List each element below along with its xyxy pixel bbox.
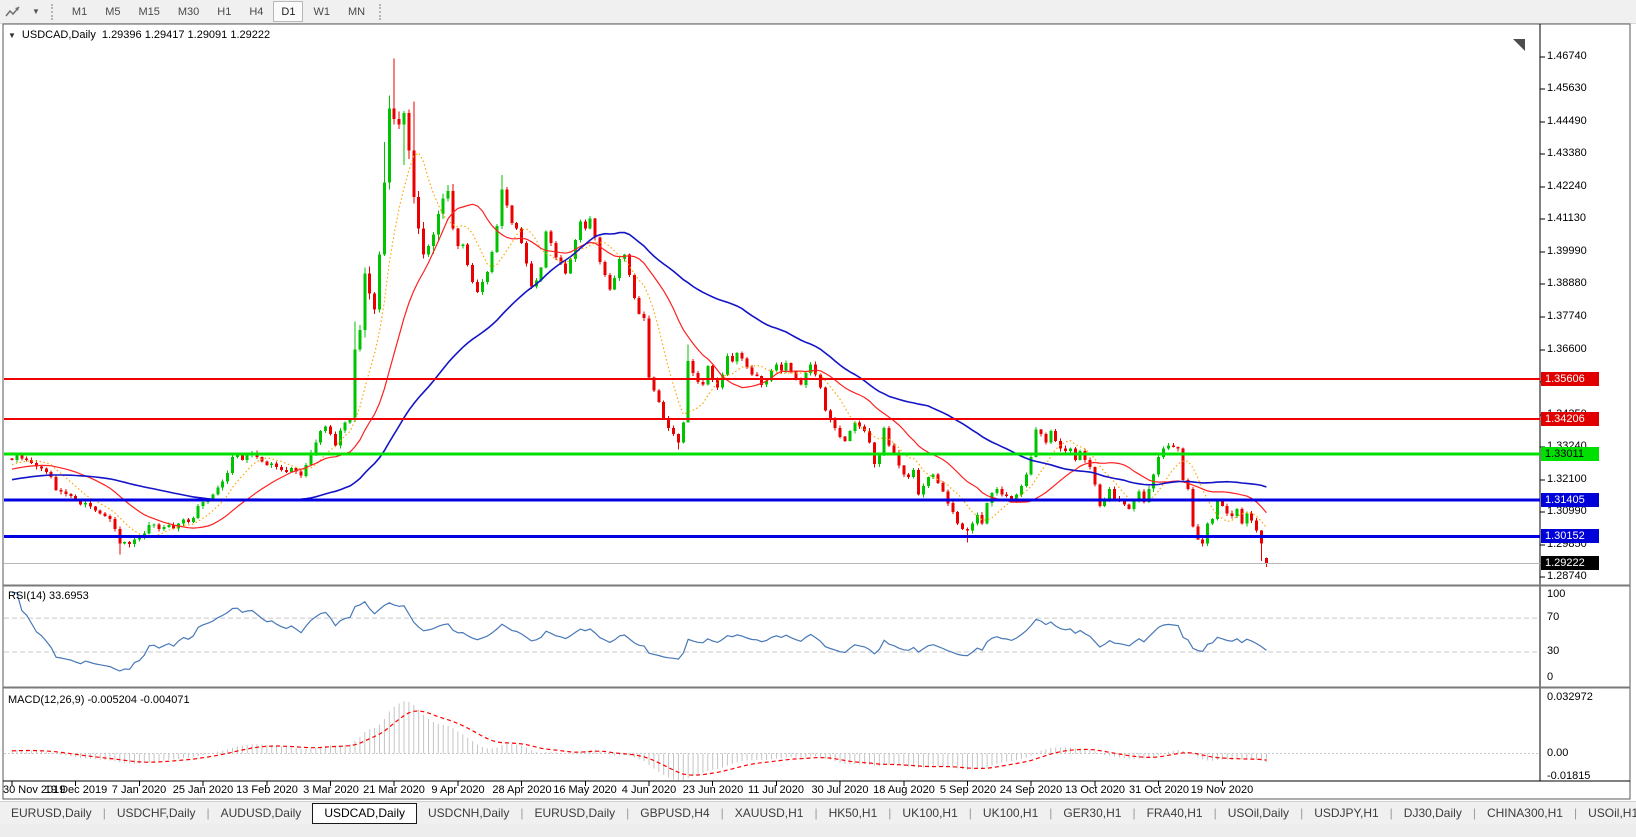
- current-price-badge: 1.29222: [1541, 556, 1599, 570]
- chart-tab-dj30-daily[interactable]: DJ30,Daily: [1393, 802, 1473, 824]
- rsi-label: RSI(14) 33.6953: [8, 590, 89, 602]
- chart-tab-eurusd-daily[interactable]: EURUSD,Daily: [523, 802, 626, 824]
- price-chart-canvas[interactable]: [0, 0, 1636, 837]
- chart-tab-usdchf-daily[interactable]: USDCHF,Daily: [106, 802, 207, 824]
- chart-tab-uk100-h1[interactable]: UK100,H1: [972, 802, 1049, 824]
- rsi-level-label: 70: [1547, 611, 1560, 623]
- chart-tab-usoil-daily[interactable]: USOil,Daily: [1217, 802, 1300, 824]
- date-tick-label: 23 Jun 2020: [682, 784, 744, 796]
- chart-tab-usdcnh-daily[interactable]: USDCNH,Daily: [417, 802, 520, 824]
- date-tick-label: 13 Feb 2020: [236, 784, 298, 796]
- price-tick-label: 1.43380: [1547, 147, 1587, 159]
- date-tick-label: 13 Oct 2020: [1065, 784, 1125, 796]
- price-tick-label: 1.39990: [1547, 245, 1587, 257]
- chart-tab-fra40-h1[interactable]: FRA40,H1: [1136, 802, 1214, 824]
- macd-label: MACD(12,26,9) -0.005204 -0.004071: [8, 694, 190, 706]
- rsi-level-label: 0: [1547, 671, 1554, 683]
- price-badge-1.33011: 1.33011: [1541, 447, 1599, 461]
- macd-signal-line: [11, 710, 1267, 776]
- price-tick-label: 1.38880: [1547, 277, 1587, 289]
- chart-tab-ger30-h1[interactable]: GER30,H1: [1052, 802, 1132, 824]
- date-tick-label: 3 Mar 2020: [303, 784, 359, 796]
- macd-axis-label: 0.00: [1547, 747, 1569, 759]
- price-tick-label: 1.32100: [1547, 473, 1587, 485]
- date-tick-label: 30 Jul 2020: [811, 784, 869, 796]
- date-tick-label: 18 Aug 2020: [873, 784, 935, 796]
- macd-axis-label: 0.032972: [1547, 691, 1593, 703]
- chart-frame: [2, 23, 1631, 800]
- chart-tab-xauusd-h1[interactable]: XAUUSD,H1: [724, 802, 815, 824]
- date-tick-label: 19 Nov 2020: [1190, 784, 1254, 796]
- price-tick-label: 1.41130: [1547, 212, 1586, 224]
- chart-shift-marker-icon[interactable]: [1513, 39, 1525, 51]
- status-strip: [0, 824, 1636, 837]
- date-tick-label: 28 Apr 2020: [492, 784, 552, 796]
- chart-tab-usdcad-daily[interactable]: USDCAD,Daily: [312, 802, 417, 824]
- rsi-level-label: 30: [1547, 645, 1560, 657]
- chart-tab-china300-h1[interactable]: CHINA300,H1: [1476, 802, 1574, 824]
- date-tick-label: 5 Sep 2020: [939, 784, 997, 796]
- date-tick-label: 9 Apr 2020: [431, 784, 485, 796]
- price-tick-label: 1.46740: [1547, 50, 1587, 62]
- price-tick-label: 1.36600: [1547, 343, 1587, 355]
- price-tick-label: 1.44490: [1547, 115, 1587, 127]
- price-tick-label: 1.37740: [1547, 310, 1587, 322]
- chart-tab-audusd-daily[interactable]: AUDUSD,Daily: [210, 802, 313, 824]
- price-tick-label: 1.45630: [1547, 82, 1587, 94]
- symbol-ohlc-readout: ▼ USDCAD,Daily 1.29396 1.29417 1.29091 1…: [8, 29, 270, 41]
- price-badge-1.31405: 1.31405: [1541, 493, 1599, 507]
- rsi-level-label: 100: [1547, 588, 1566, 600]
- date-tick-label: 31 Oct 2020: [1129, 784, 1189, 796]
- date-tick-label: 11 Jul 2020: [747, 784, 805, 796]
- price-badge-1.34206: 1.34206: [1541, 412, 1599, 426]
- chart-tab-usdjpy-h1[interactable]: USDJPY,H1: [1303, 802, 1389, 824]
- chart-title: USDCAD,Daily: [21, 29, 96, 41]
- macd-pane: [4, 701, 1538, 780]
- chart-tab-hk50-h1[interactable]: HK50,H1: [818, 802, 889, 824]
- date-tick-label: 21 Mar 2020: [363, 784, 425, 796]
- rsi-pane: [4, 592, 1538, 672]
- ma-20-line[interactable]: [11, 203, 1267, 529]
- chart-expander-icon[interactable]: ▼: [8, 31, 16, 40]
- date-tick-label: 25 Jan 2020: [172, 784, 234, 796]
- candles-layer: [10, 58, 1268, 568]
- tabs-container: EURUSD,Daily | USDCHF,Daily | AUDUSD,Daily US…: [0, 802, 1636, 824]
- price-tick-label: 1.42240: [1547, 180, 1587, 192]
- date-tick-label: 16 May 2020: [553, 784, 617, 796]
- chart-tab-uk100-h1[interactable]: UK100,H1: [891, 802, 968, 824]
- price-tick-label: 1.28740: [1547, 570, 1587, 582]
- chart-tab-gbpusd-h4[interactable]: GBPUSD,H4: [629, 802, 720, 824]
- ma-50-line[interactable]: [11, 231, 1267, 501]
- macd-axis-label: -0.01815: [1547, 770, 1591, 782]
- chart-tab-usoil-h1[interactable]: USOil,H1: [1577, 802, 1636, 824]
- chart-tab-bar: EURUSD,Daily | USDCHF,Daily | AUDUSD,Daily US…: [0, 801, 1636, 824]
- price-badge-1.35606: 1.35606: [1541, 372, 1599, 386]
- rsi-line: [12, 592, 1267, 672]
- date-tick-label: 19 Dec 2019: [44, 784, 108, 796]
- chart-ohlc-values: 1.29396 1.29417 1.29091 1.29222: [101, 29, 271, 41]
- date-tick-label: 7 Jan 2020: [111, 784, 167, 796]
- date-tick-label: 24 Sep 2020: [999, 784, 1063, 796]
- chart-tab-eurusd-daily[interactable]: EURUSD,Daily: [0, 802, 103, 824]
- price-badge-1.30152: 1.30152: [1541, 529, 1599, 543]
- date-tick-label: 4 Jun 2020: [621, 784, 677, 796]
- ma-8-line[interactable]: [11, 152, 1267, 538]
